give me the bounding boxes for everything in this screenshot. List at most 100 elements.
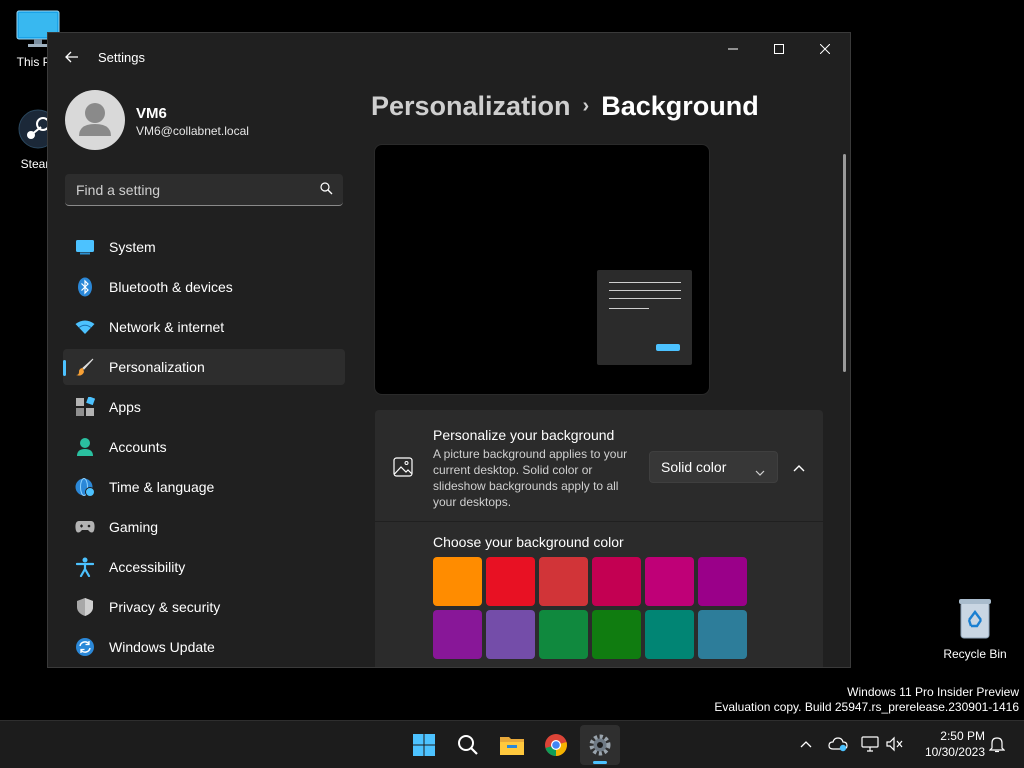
search-input[interactable] [65, 174, 318, 206]
background-type-dropdown[interactable]: Solid color [649, 451, 778, 483]
background-color-section: Choose your background color [375, 522, 823, 667]
chrome-icon [545, 734, 567, 756]
globe-clock-icon [75, 477, 95, 497]
sidebar-item-time-language[interactable]: Time & language [63, 469, 345, 505]
sidebar-item-network[interactable]: Network & internet [63, 309, 345, 345]
preview-window-thumbnail [597, 270, 692, 365]
chevron-up-icon [793, 465, 805, 472]
windows-logo-icon [413, 734, 435, 756]
sidebar-item-label: Personalization [109, 359, 205, 375]
collapse-button[interactable] [787, 456, 811, 480]
search-box[interactable] [65, 174, 343, 206]
sidebar-item-label: Bluetooth & devices [109, 279, 233, 295]
close-button[interactable] [802, 33, 848, 65]
start-button[interactable] [404, 725, 444, 765]
color-swatch[interactable] [645, 610, 694, 659]
show-hidden-icons-button[interactable] [795, 733, 817, 755]
color-swatch[interactable] [592, 610, 641, 659]
sidebar-item-accounts[interactable]: Accounts [63, 429, 345, 465]
chevron-up-icon [800, 741, 812, 748]
network-tray-icon[interactable] [859, 733, 881, 755]
sidebar-item-gaming[interactable]: Gaming [63, 509, 345, 545]
maximize-button[interactable] [756, 33, 802, 65]
cloud-icon [828, 737, 848, 752]
picture-icon [393, 457, 413, 482]
search-icon [458, 735, 478, 755]
sidebar-item-label: Accessibility [109, 559, 186, 575]
bell-icon [989, 737, 1005, 753]
minimize-button[interactable] [710, 33, 756, 65]
title-bar: Settings [48, 33, 850, 81]
minimize-icon [728, 48, 738, 50]
network-icon [861, 736, 879, 752]
window-title: Settings [98, 50, 145, 65]
color-swatch[interactable] [539, 557, 588, 606]
sidebar-item-label: Gaming [109, 519, 159, 535]
back-button[interactable] [60, 45, 84, 69]
sidebar-item-privacy[interactable]: Privacy & security [63, 589, 345, 625]
onedrive-tray-icon[interactable] [827, 733, 849, 755]
search-icon[interactable] [320, 182, 333, 200]
sidebar-item-label: Network & internet [109, 319, 225, 335]
color-swatch[interactable] [698, 557, 747, 606]
desktop-preview [374, 144, 710, 395]
sidebar-item-system[interactable]: System [63, 229, 345, 265]
recycle-bin-icon [959, 599, 991, 639]
shield-icon [75, 597, 95, 617]
folder-icon [500, 737, 524, 755]
evaluation-watermark: Windows 11 Pro Insider Preview Evaluatio… [714, 685, 1019, 715]
update-icon [75, 637, 95, 657]
settings-window: Settings VM6 VM6@collabnet.local System [47, 32, 851, 668]
settings-taskbar-button[interactable] [580, 725, 620, 765]
wifi-icon [75, 317, 95, 337]
color-swatch[interactable] [486, 557, 535, 606]
taskbar-search-button[interactable] [448, 725, 488, 765]
dropdown-value: Solid color [661, 459, 727, 475]
color-swatch[interactable] [645, 557, 694, 606]
accounts-icon [75, 437, 95, 457]
sidebar-item-windows-update[interactable]: Windows Update [63, 629, 345, 665]
watermark-line1: Windows 11 Pro Insider Preview [847, 685, 1019, 699]
brush-icon [75, 357, 95, 377]
desktop-icon-label: Recycle Bin [943, 647, 1007, 661]
user-icon [79, 103, 111, 136]
sidebar-item-bluetooth[interactable]: Bluetooth & devices [63, 269, 345, 305]
chrome-button[interactable] [536, 725, 576, 765]
close-icon [820, 44, 830, 54]
sidebar-item-accessibility[interactable]: Accessibility [63, 549, 345, 585]
color-swatch[interactable] [698, 610, 747, 659]
color-swatch[interactable] [433, 610, 482, 659]
card-title: Personalize your background [433, 427, 615, 443]
speaker-muted-icon [886, 736, 903, 752]
color-swatch[interactable] [486, 610, 535, 659]
taskbar: 2:50 PM 10/30/2023 [0, 720, 1024, 768]
sidebar-item-label: System [109, 239, 156, 255]
clock[interactable]: 2:50 PM 10/30/2023 [905, 728, 985, 760]
color-swatch[interactable] [592, 557, 641, 606]
scrollbar[interactable] [843, 154, 846, 372]
color-swatch[interactable] [433, 557, 482, 606]
volume-tray-icon[interactable] [884, 733, 906, 755]
breadcrumb-parent[interactable]: Personalization [371, 91, 571, 121]
user-email: VM6@collabnet.local [136, 124, 249, 138]
personalize-background-card: Personalize your background A picture ba… [375, 410, 823, 521]
chevron-down-icon [755, 463, 765, 481]
apps-icon [75, 397, 95, 417]
gamepad-icon [75, 517, 95, 537]
color-swatch[interactable] [539, 610, 588, 659]
section-title: Choose your background color [433, 534, 624, 550]
bluetooth-icon [75, 277, 95, 297]
accessibility-icon [75, 557, 95, 577]
clock-date: 10/30/2023 [924, 745, 985, 759]
sidebar-item-apps[interactable]: Apps [63, 389, 345, 425]
notifications-button[interactable] [986, 733, 1008, 755]
avatar[interactable] [65, 90, 125, 150]
watermark-line2: Evaluation copy. Build 25947.rs_prerelea… [714, 700, 1019, 714]
breadcrumb-separator: › [582, 95, 590, 117]
desktop-icon-recycle-bin[interactable]: Recycle Bin [937, 596, 1013, 661]
page-title: Background [601, 91, 759, 121]
file-explorer-button[interactable] [492, 725, 532, 765]
sidebar-nav: System Bluetooth & devices Network & int… [63, 229, 345, 667]
arrow-left-icon [65, 51, 78, 63]
sidebar-item-personalization[interactable]: Personalization [63, 349, 345, 385]
